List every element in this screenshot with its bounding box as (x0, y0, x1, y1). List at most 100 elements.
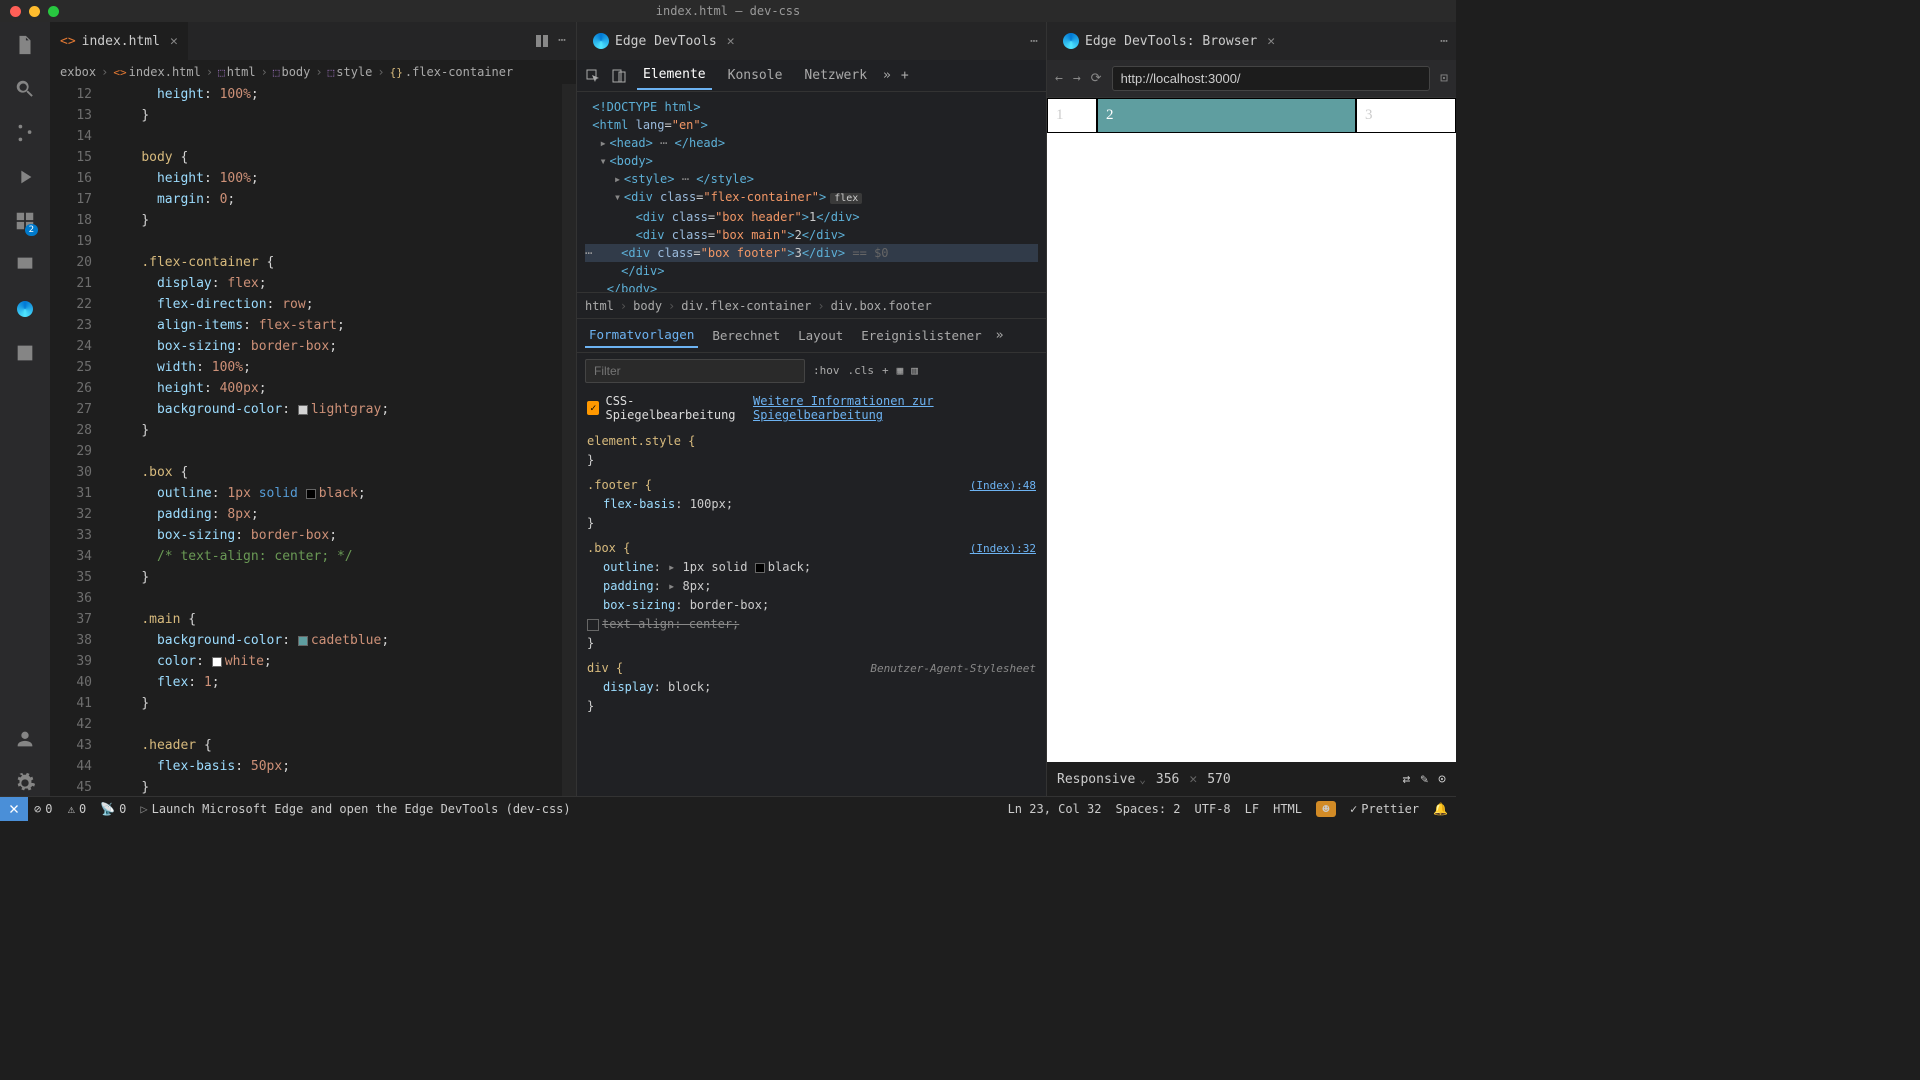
close-icon[interactable]: ✕ (727, 34, 735, 49)
cls-toggle[interactable]: .cls (848, 364, 875, 377)
explorer-icon[interactable] (12, 32, 38, 58)
add-tab-icon[interactable]: + (901, 68, 909, 83)
tab-berechnet[interactable]: Berechnet (708, 324, 784, 347)
styles-pane[interactable]: element.style {} (Index):48 .footer { fl… (577, 428, 1046, 796)
reload-icon[interactable]: ⟳ (1091, 71, 1102, 86)
tab-formatvorlagen[interactable]: Formatvorlagen (585, 323, 698, 348)
eol-status[interactable]: LF (1245, 802, 1259, 816)
editor-tabs: <> index.html ✕ ⋯ (50, 22, 576, 60)
styles-tabs: Formatvorlagen Berechnet Layout Ereignis… (577, 318, 1046, 352)
tab-ereignislistener[interactable]: Ereignislistener (857, 324, 985, 347)
dom-path[interactable]: html› body› div.flex-container› div.box.… (577, 292, 1046, 318)
run-debug-icon[interactable] (12, 164, 38, 190)
flex-container-preview: 1 2 3 (1047, 98, 1456, 133)
close-icon[interactable]: ✕ (1267, 34, 1275, 49)
screenshot-icon[interactable]: ✎ (1420, 772, 1428, 787)
inspect-icon[interactable]: ⊡ (1440, 71, 1448, 86)
split-editor-icon[interactable] (534, 33, 550, 49)
browser-tab[interactable]: Edge DevTools: Browser ✕ (1055, 29, 1283, 53)
mirror-row: ✓ CSS-Spiegelbearbeitung Weitere Informa… (577, 388, 1046, 428)
more-tabs-icon[interactable]: » (883, 68, 891, 83)
notifications-icon[interactable]: 🔔 (1433, 802, 1448, 816)
tab-konsole[interactable]: Konsole (722, 62, 789, 89)
editor-tab-actions: ⋯ (534, 33, 576, 49)
browser-panel: Edge DevTools: Browser ✕ ⋯ ← → ⟳ ⊡ 1 2 3… (1046, 22, 1456, 796)
tab-layout[interactable]: Layout (794, 324, 847, 347)
inspect-icon[interactable] (585, 68, 601, 84)
box-footer: 3 (1356, 98, 1456, 133)
device-height[interactable]: 570 (1207, 772, 1230, 787)
more-icon[interactable]: ⋯ (558, 33, 566, 49)
browser-viewport: 1 2 3 Responsive ⌄ 356 ✕ 570 ⇄ ✎ ⊙ (1047, 98, 1456, 796)
filter-input[interactable] (585, 359, 805, 383)
minimap[interactable] (562, 84, 576, 796)
code-lines[interactable]: height: 100%; } body { height: 100%; mar… (110, 84, 576, 796)
extensions-icon[interactable]: 2 (12, 208, 38, 234)
fit-icon[interactable]: ⊙ (1438, 772, 1446, 787)
code-editor[interactable]: 1213141516171819202122232425262728293031… (50, 84, 576, 796)
device-select[interactable]: Responsive ⌄ (1057, 772, 1146, 787)
cursor-position[interactable]: Ln 23, Col 32 (1008, 802, 1102, 816)
devtools-tab[interactable]: Edge DevTools ✕ (585, 29, 743, 53)
computed-icon[interactable]: ▥ (911, 364, 918, 377)
window-title: index.html — dev-css (0, 4, 1456, 18)
device-width[interactable]: 356 (1156, 772, 1179, 787)
errors-count[interactable]: ⊘0 ⚠0 (34, 802, 86, 816)
titlebar: index.html — dev-css (0, 0, 1456, 22)
gear-icon[interactable] (12, 770, 38, 796)
devtools-panel: Edge DevTools ✕ ⋯ Elemente Konsole Netzw… (576, 22, 1046, 796)
indent-status[interactable]: Spaces: 2 (1116, 802, 1181, 816)
mirror-checkbox[interactable]: ✓ (587, 401, 599, 415)
device-toolbar: Responsive ⌄ 356 ✕ 570 ⇄ ✎ ⊙ (1047, 762, 1456, 796)
back-icon[interactable]: ← (1055, 71, 1063, 86)
statusbar: ⊘0 ⚠0 📡0 ▷Launch Microsoft Edge and open… (0, 796, 1456, 820)
source-link[interactable]: (Index):32 (970, 539, 1036, 558)
browser-toolbar: ← → ⟳ ⊡ (1047, 60, 1456, 98)
main-layout: 2 <> index.html ✕ ⋯ exbox› <> index.html… (0, 22, 1456, 796)
browser-tabbar: Edge DevTools: Browser ✕ ⋯ (1047, 22, 1456, 60)
box-main: 2 (1097, 98, 1356, 133)
extensions-badge: 2 (25, 224, 38, 236)
edge-icon[interactable] (12, 296, 38, 322)
dom-tree[interactable]: <!DOCTYPE html> <html lang="en"> ▸<head>… (577, 92, 1046, 292)
hov-toggle[interactable]: :hov (813, 364, 840, 377)
close-icon[interactable]: ✕ (170, 34, 178, 49)
address-bar[interactable] (1112, 66, 1431, 91)
encoding-status[interactable]: UTF-8 (1195, 802, 1231, 816)
device-icon[interactable] (611, 68, 627, 84)
port-status[interactable]: 📡0 (100, 802, 126, 816)
activity-bar: 2 (0, 22, 50, 796)
edge-browser-icon (593, 33, 609, 49)
account-icon[interactable] (12, 726, 38, 752)
flexbox-icon[interactable]: ▦ (897, 364, 904, 377)
forward-icon[interactable]: → (1073, 71, 1081, 86)
source-link[interactable]: (Index):48 (970, 476, 1036, 495)
styles-filter-row: :hov .cls + ▦ ▥ (577, 352, 1046, 388)
language-status[interactable]: HTML (1273, 802, 1302, 816)
html-icon: <> (60, 34, 76, 49)
gallery-icon[interactable] (12, 340, 38, 366)
launch-edge-button[interactable]: ▷Launch Microsoft Edge and open the Edge… (140, 802, 570, 816)
add-rule-icon[interactable]: + (882, 364, 889, 377)
mirror-info-link[interactable]: Weitere Informationen zur Spiegelbearbei… (753, 394, 1036, 422)
tab-elemente[interactable]: Elemente (637, 61, 712, 90)
more-icon[interactable]: ⋯ (1030, 34, 1038, 49)
remote-icon[interactable] (12, 252, 38, 278)
devtools-tabbar: Edge DevTools ✕ ⋯ (577, 22, 1046, 60)
gutter: 1213141516171819202122232425262728293031… (50, 84, 110, 796)
feedback-icon[interactable]: ☻ (1316, 801, 1336, 817)
breadcrumb[interactable]: exbox› <> index.html› ⬚ html› ⬚ body› ⬚ … (50, 60, 576, 84)
edge-browser-icon (1063, 33, 1079, 49)
more-tabs-icon[interactable]: » (996, 328, 1004, 343)
more-icon[interactable]: ⋯ (1440, 34, 1448, 49)
remote-indicator[interactable] (0, 797, 28, 821)
rotate-icon[interactable]: ⇄ (1403, 772, 1411, 787)
devtools-toolbar: Elemente Konsole Netzwerk » + (577, 60, 1046, 92)
tab-netzwerk[interactable]: Netzwerk (798, 62, 873, 89)
editor-tab-index[interactable]: <> index.html ✕ (50, 22, 189, 60)
scm-icon[interactable] (12, 120, 38, 146)
tab-label: index.html (82, 34, 160, 49)
box-header: 1 (1047, 98, 1097, 133)
prettier-status[interactable]: ✓Prettier (1350, 802, 1419, 816)
search-icon[interactable] (12, 76, 38, 102)
